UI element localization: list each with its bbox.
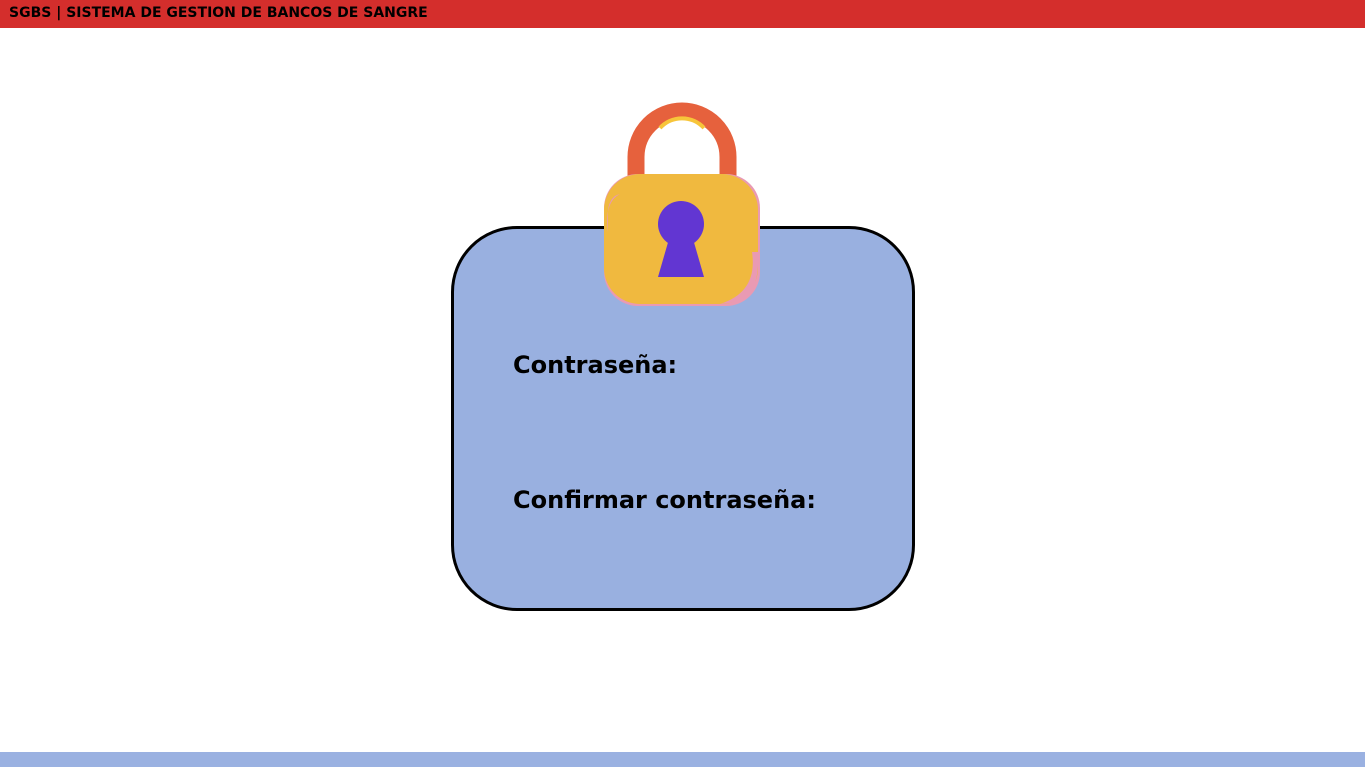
page: SGBS | SISTEMA DE GESTION DE BANCOS DE S… (0, 0, 1365, 767)
confirm-password-input[interactable] (513, 525, 847, 559)
padlock-icon (604, 102, 760, 306)
padlock-shackle (627, 102, 737, 182)
top-bar: SGBS | SISTEMA DE GESTION DE BANCOS DE S… (0, 0, 1365, 28)
password-label: Contraseña: (513, 351, 678, 379)
bottom-bar (0, 752, 1365, 767)
confirm-password-label: Confirmar contraseña: (513, 486, 816, 514)
password-input[interactable] (513, 390, 847, 424)
app-title: SGBS | SISTEMA DE GESTION DE BANCOS DE S… (9, 5, 428, 21)
